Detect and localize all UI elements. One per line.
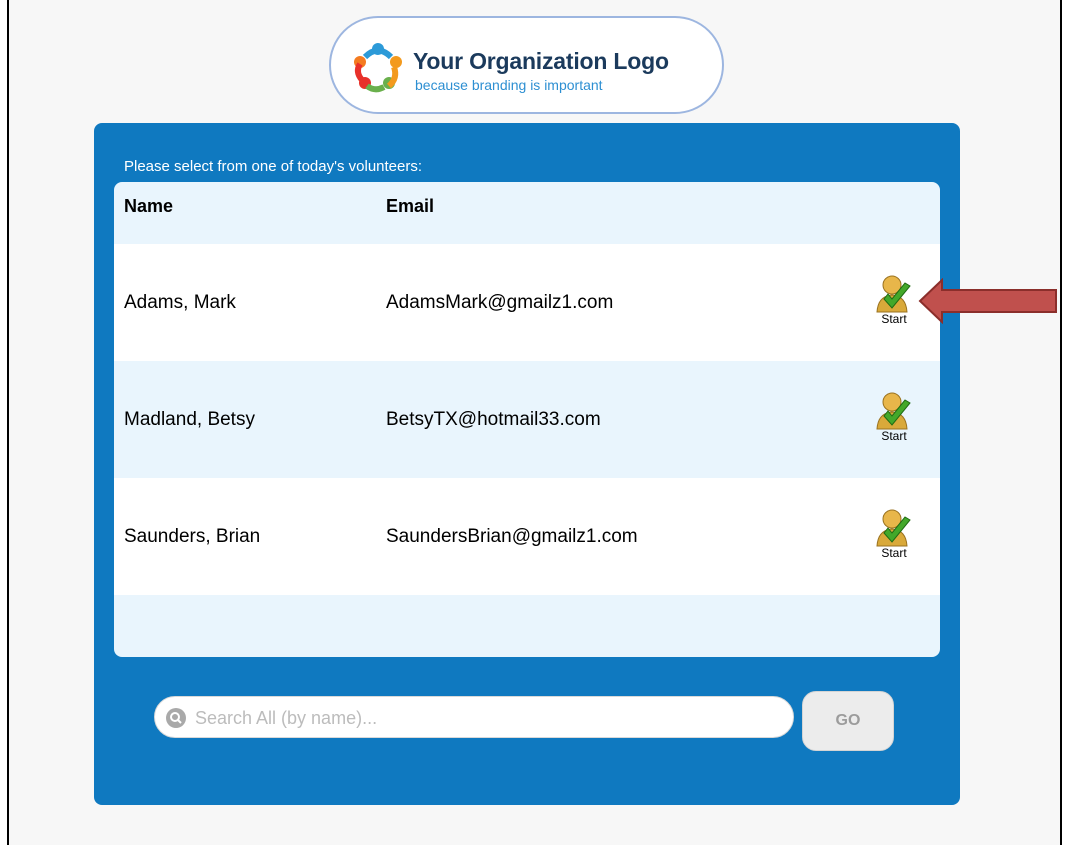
arrow-left-icon xyxy=(918,278,1057,324)
start-label: Start xyxy=(881,312,907,326)
volunteer-name: Adams, Mark xyxy=(124,292,236,313)
organization-logo: Your Organization Logo because branding … xyxy=(329,16,724,114)
table-row: Saunders, Brian SaundersBrian@gmailz1.co… xyxy=(114,478,940,595)
volunteer-email: BetsyTX@hotmail33.com xyxy=(386,409,601,430)
volunteer-email: SaundersBrian@gmailz1.com xyxy=(386,526,638,547)
start-button[interactable]: Start xyxy=(866,391,922,453)
user-check-icon xyxy=(876,509,911,547)
logo-subtitle: because branding is important xyxy=(415,77,603,93)
search-icon xyxy=(166,708,186,728)
logo-title: Your Organization Logo xyxy=(413,48,669,74)
table-header: Name Email xyxy=(114,182,940,244)
volunteer-name: Madland, Betsy xyxy=(124,409,255,430)
user-check-icon xyxy=(876,392,911,430)
search-input[interactable] xyxy=(193,703,777,733)
panel-prompt: Please select from one of today's volunt… xyxy=(124,158,423,175)
table-row: Adams, Mark AdamsMark@gmailz1.com Start xyxy=(114,244,940,361)
column-header-email: Email xyxy=(386,196,435,216)
volunteer-panel: Please select from one of today's volunt… xyxy=(94,123,960,805)
people-circle-logo-icon xyxy=(354,43,402,93)
go-button[interactable]: GO xyxy=(802,691,894,751)
volunteer-name: Saunders, Brian xyxy=(124,526,261,547)
start-label: Start xyxy=(881,429,907,443)
user-check-icon xyxy=(876,275,911,313)
column-header-name: Name xyxy=(124,196,174,216)
table-row: Madland, Betsy BetsyTX@hotmail33.com Sta… xyxy=(114,361,940,478)
volunteer-table: Name Email Adams, Mark AdamsMark@gmailz1… xyxy=(114,182,940,657)
start-button[interactable]: Start xyxy=(866,274,922,336)
page-frame: Your Organization Logo because branding … xyxy=(7,0,1062,845)
volunteer-email: AdamsMark@gmailz1.com xyxy=(386,292,614,313)
start-label: Start xyxy=(881,546,907,560)
search-box[interactable] xyxy=(154,696,794,738)
start-button[interactable]: Start xyxy=(866,508,922,570)
